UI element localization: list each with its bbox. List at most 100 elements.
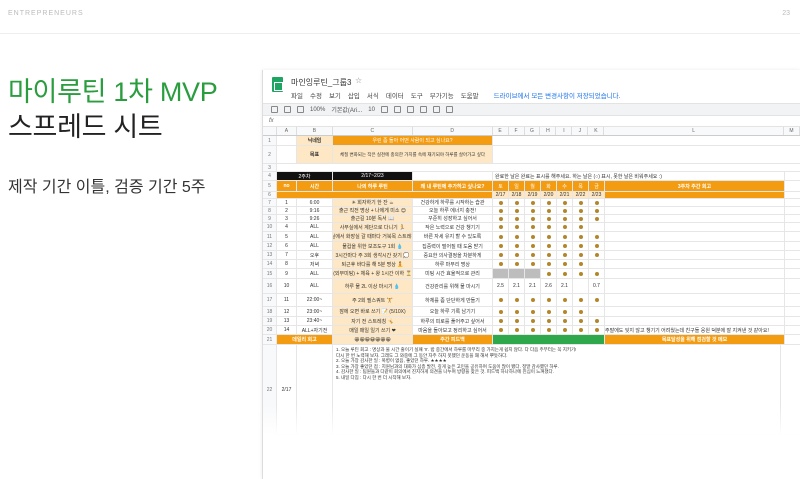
routine-text[interactable]: 퇴근후 바다를 해 5분 명상 🧘 (333, 260, 413, 268)
align-icon[interactable] (445, 106, 453, 113)
column-header[interactable]: A (277, 127, 297, 135)
routine-time[interactable]: ALL+자기전 (297, 326, 333, 334)
why-header[interactable]: 왜 내 루틴에 추가하고 싶나요? (413, 181, 493, 191)
routine-no[interactable]: 10 (277, 279, 297, 293)
date-cell[interactable]: 2/22 (573, 192, 589, 198)
check-cell[interactable]: 2.1 (525, 279, 541, 293)
check-cell[interactable] (493, 207, 509, 214)
check-cell[interactable] (573, 207, 589, 214)
routine-reason[interactable]: 건강하게 하루를 시작하는 습관 (413, 199, 493, 206)
no-header[interactable]: no (277, 181, 297, 191)
week-cell[interactable]: 2주차 (277, 172, 333, 180)
check-cell[interactable] (589, 215, 605, 222)
check-cell[interactable] (541, 269, 557, 278)
check-cell[interactable]: 2.5 (493, 279, 509, 293)
check-cell[interactable]: 0.7 (589, 279, 605, 293)
routine-time[interactable]: 오후 (297, 251, 333, 259)
check-cell[interactable] (509, 207, 525, 214)
routine-time[interactable]: ALL (297, 223, 333, 231)
row-number[interactable]: 11 (263, 232, 277, 241)
check-cell[interactable] (493, 242, 509, 250)
instruction-cell[interactable]: 완료한 날은 완료는 표시를 해주세요. 하는 날은 (○) 표시, 못한 날은… (493, 172, 785, 180)
check-cell[interactable] (573, 326, 589, 334)
row-number[interactable]: 10 (263, 223, 277, 231)
check-cell[interactable] (589, 294, 605, 306)
check-cell[interactable]: 2.1 (509, 279, 525, 293)
routine-no[interactable]: 13 (277, 317, 297, 325)
document-title[interactable]: 마인잉루틴_그룹3 (291, 77, 351, 88)
weekly-comment[interactable] (605, 317, 785, 325)
check-cell[interactable] (525, 199, 541, 206)
cell[interactable] (277, 192, 493, 198)
menu-insert[interactable]: 삽입 (348, 90, 360, 100)
routine-time[interactable]: ALL (297, 279, 333, 293)
routine-time[interactable]: 23:40~ (297, 317, 333, 325)
check-cell[interactable] (541, 326, 557, 334)
menu-view[interactable]: 보기 (329, 90, 341, 100)
check-cell[interactable] (557, 199, 573, 206)
routine-time[interactable]: 22:00~ (297, 294, 333, 306)
zoom-select[interactable]: 100% (310, 107, 325, 113)
date-cell[interactable]: 2/21 (557, 192, 573, 198)
cell[interactable] (277, 136, 297, 145)
check-cell[interactable] (557, 294, 573, 306)
routine-header[interactable]: 나의 하루 루틴 (333, 181, 413, 191)
weekly-comment[interactable] (605, 207, 785, 214)
row-number[interactable]: 16 (263, 279, 277, 293)
menu-data[interactable]: 데이터 (386, 90, 404, 100)
routine-time[interactable]: ALL (297, 269, 333, 278)
routine-no[interactable]: 14 (277, 326, 297, 334)
check-cell[interactable] (509, 260, 525, 268)
check-cell[interactable] (573, 242, 589, 250)
menu-help[interactable]: 도움말 (461, 90, 479, 100)
check-cell[interactable] (525, 326, 541, 334)
date-cell[interactable]: 2/23 (589, 192, 605, 198)
check-cell[interactable] (493, 260, 509, 268)
check-cell[interactable] (573, 307, 589, 316)
check-cell[interactable] (509, 251, 525, 259)
routine-time[interactable]: ALL (297, 242, 333, 250)
row-number[interactable]: 14 (263, 260, 277, 268)
check-cell[interactable] (525, 269, 541, 278)
check-cell[interactable] (509, 326, 525, 334)
row-number[interactable]: 18 (263, 307, 277, 316)
menu-addons[interactable]: 부가기능 (430, 90, 454, 100)
routine-text[interactable]: 3시간마다 주 3회 생각시간 갖기 💭 (333, 251, 413, 259)
menu-file[interactable]: 파일 (291, 90, 303, 100)
check-cell[interactable] (525, 317, 541, 325)
check-cell[interactable] (509, 215, 525, 222)
weekly-comment[interactable] (605, 260, 785, 268)
check-cell[interactable] (493, 307, 509, 316)
routine-text[interactable]: 매일 매일 일기 쓰기 ❤ (333, 326, 413, 334)
menu-edit[interactable]: 수정 (310, 90, 322, 100)
check-cell[interactable] (493, 251, 509, 259)
check-cell[interactable] (541, 294, 557, 306)
routine-no[interactable]: 9 (277, 269, 297, 278)
weekly-comment[interactable] (605, 242, 785, 250)
check-cell[interactable] (589, 307, 605, 316)
goal-label[interactable]: 목표 (297, 146, 333, 163)
save-status[interactable]: 드라이브에서 모든 변경사항이 저장되었습니다. (494, 90, 621, 100)
check-cell[interactable] (541, 232, 557, 241)
routine-reason[interactable]: 마음을 돌아보고 정리하고 싶어서 (413, 326, 493, 334)
check-cell[interactable] (509, 199, 525, 206)
date-cell[interactable]: 2/18 (509, 192, 525, 198)
check-cell[interactable] (589, 199, 605, 206)
column-header[interactable]: M (784, 127, 800, 135)
check-cell[interactable] (509, 294, 525, 306)
routine-text[interactable]: 잠에 오면 바로 쓰기 📝 (5/10X) (333, 307, 413, 316)
routine-no[interactable]: 1 (277, 199, 297, 206)
check-cell[interactable] (541, 199, 557, 206)
check-cell[interactable] (525, 215, 541, 222)
check-cell[interactable] (573, 199, 589, 206)
check-cell[interactable] (525, 260, 541, 268)
check-cell[interactable] (573, 232, 589, 241)
row-number[interactable]: 13 (263, 251, 277, 259)
check-cell[interactable] (525, 251, 541, 259)
formula-bar[interactable]: fx (263, 116, 800, 127)
check-cell[interactable] (589, 223, 605, 231)
column-header[interactable]: C (333, 127, 413, 135)
weekly-comment[interactable]: 주말에도 잊지 않고 챙기기 어려웠는데 친구들 응원 덕분에 잘 지켜낸 것 … (605, 326, 785, 334)
routine-reason[interactable]: 작은 노력으로 건강 챙기기 (413, 223, 493, 231)
check-cell[interactable] (493, 232, 509, 241)
